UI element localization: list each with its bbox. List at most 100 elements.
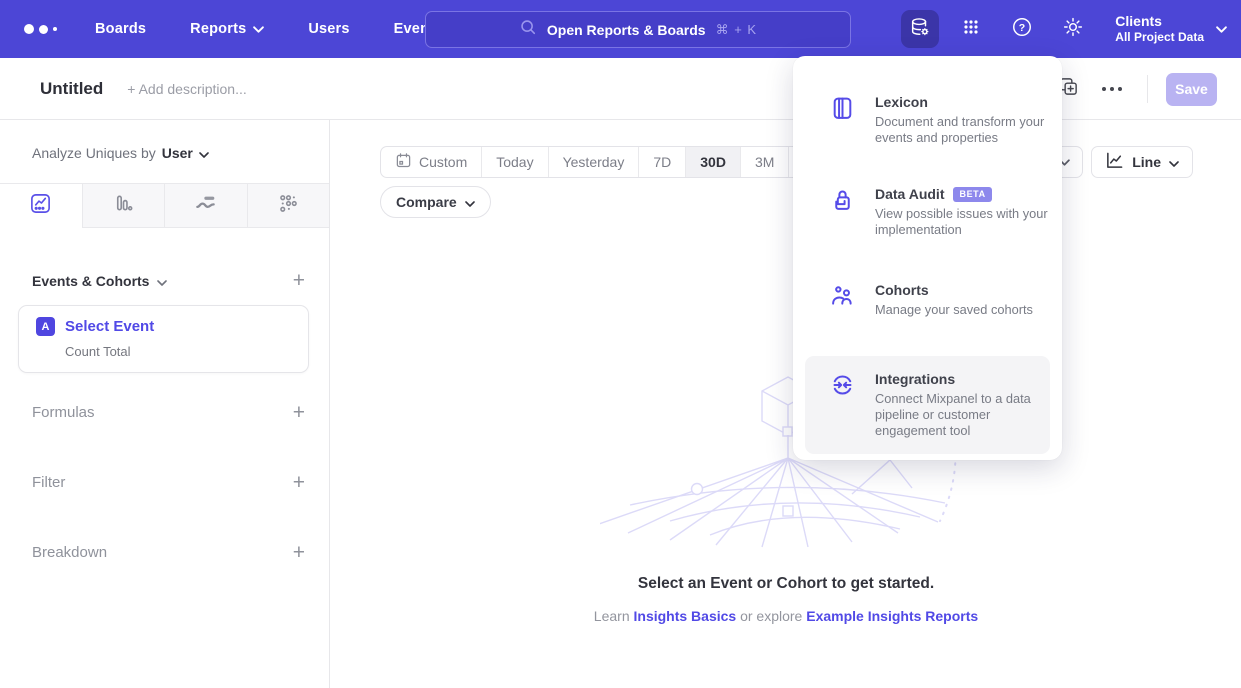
popover-item-integrations[interactable]: Integrations Connect Mixpanel to a data …	[805, 356, 1050, 454]
chevron-down-icon	[199, 145, 209, 161]
beta-badge: BETA	[953, 187, 991, 202]
date-range-label: Yesterday	[563, 154, 625, 170]
date-range-today[interactable]: Today	[481, 147, 547, 177]
event-aggregation[interactable]: Count Total	[65, 344, 308, 359]
popover-item-title: Lexicon	[875, 94, 928, 110]
line-chart-icon	[1105, 151, 1124, 173]
nav-item-label: Users	[308, 21, 349, 37]
date-range-label: 30D	[700, 154, 726, 170]
chevron-down-icon	[1169, 154, 1179, 170]
analyze-by-dropdown[interactable]: User	[162, 145, 209, 161]
popover-item-description: Manage your saved cohorts	[875, 302, 1033, 318]
report-canvas: Custom Today Yesterday 7D 30D 3M 6M Comp…	[331, 120, 1241, 688]
popover-item-title: Cohorts	[875, 282, 929, 298]
nav-item-users[interactable]: Users	[308, 21, 349, 37]
nav-item-label: Reports	[190, 21, 246, 37]
add-filter-button[interactable]: +	[293, 472, 305, 493]
bar-chart-tab-icon	[112, 192, 135, 220]
apps-grid-button[interactable]	[952, 10, 990, 48]
events-cohorts-label: Events & Cohorts	[32, 273, 149, 289]
empty-state-text: Learn	[594, 608, 634, 624]
date-range-label: 3M	[755, 154, 774, 170]
empty-state: Select an Event or Cohort to get started…	[331, 575, 1241, 624]
database-gear-icon	[909, 16, 931, 43]
header-actions: Save	[1051, 58, 1217, 120]
date-range-yesterday[interactable]: Yesterday	[548, 147, 639, 177]
more-options-button[interactable]	[1095, 72, 1129, 106]
chevron-down-icon	[465, 194, 475, 210]
data-management-button[interactable]	[901, 10, 939, 48]
question-circle-icon: ?	[1011, 16, 1033, 43]
breakdown-section: Breakdown +	[0, 537, 329, 567]
date-range-label: Custom	[419, 154, 467, 170]
popover-item-cohorts[interactable]: Cohorts Manage your saved cohorts	[793, 282, 1062, 318]
search-placeholder: Open Reports & Boards	[547, 22, 706, 38]
tab-bar-chart[interactable]	[82, 184, 165, 228]
report-title[interactable]: Untitled	[40, 79, 103, 99]
nav-item-reports[interactable]: Reports	[190, 21, 264, 37]
grid-tab-icon	[277, 192, 300, 220]
add-description-field[interactable]: + Add description...	[127, 81, 246, 97]
date-range-control: Custom Today Yesterday 7D 30D 3M 6M	[380, 146, 838, 178]
project-switcher[interactable]: Clients All Project Data	[1115, 13, 1227, 45]
formulas-label: Formulas	[32, 404, 95, 421]
chevron-down-icon	[253, 26, 264, 33]
filter-label: Filter	[32, 474, 65, 491]
add-formula-button[interactable]: +	[293, 402, 305, 423]
calendar-icon	[395, 152, 412, 172]
popover-item-lexicon[interactable]: Lexicon Document and transform your even…	[793, 94, 1062, 146]
chart-type-tabs	[0, 183, 329, 228]
empty-state-text: or explore	[736, 608, 806, 624]
compare-dropdown[interactable]: Compare	[380, 186, 491, 218]
popover-item-data-audit[interactable]: Data Audit BETA View possible issues wit…	[793, 186, 1062, 238]
dot-grid-icon	[961, 17, 981, 42]
tab-flows-chart[interactable]	[164, 184, 247, 228]
chart-type-dropdown[interactable]: Line	[1091, 146, 1193, 178]
svg-text:?: ?	[1019, 21, 1025, 33]
chart-type-label: Line	[1132, 154, 1161, 170]
main-nav: Boards Reports Users Events	[95, 21, 442, 37]
date-range-label: 7D	[653, 154, 671, 170]
filter-section: Filter +	[0, 467, 329, 497]
add-event-button[interactable]: +	[293, 270, 305, 291]
settings-button[interactable]	[1054, 10, 1092, 48]
tab-metrics-grid[interactable]	[247, 184, 330, 228]
events-cohorts-dropdown[interactable]: Events & Cohorts	[32, 273, 167, 289]
lexicon-book-icon	[830, 94, 856, 146]
breakdown-label: Breakdown	[32, 544, 107, 561]
mixpanel-logo-icon[interactable]	[24, 24, 57, 34]
date-range-custom[interactable]: Custom	[381, 147, 481, 177]
date-range-3m[interactable]: 3M	[740, 147, 788, 177]
data-audit-icon	[830, 186, 856, 238]
popover-item-title: Integrations	[875, 371, 955, 387]
popover-item-title: Data Audit	[875, 186, 944, 202]
help-button[interactable]: ?	[1003, 10, 1041, 48]
search-icon	[519, 18, 537, 41]
select-event-button[interactable]: Select Event	[65, 318, 154, 335]
search-input[interactable]: Open Reports & Boards ⌘ + K	[425, 11, 851, 48]
nav-item-boards[interactable]: Boards	[95, 21, 146, 37]
save-button[interactable]: Save	[1166, 73, 1217, 106]
tab-line-chart[interactable]	[0, 184, 82, 228]
query-builder-sidebar: Analyze Uniques by User	[0, 120, 330, 688]
date-range-30d[interactable]: 30D	[685, 147, 740, 177]
org-name: Clients	[1115, 13, 1204, 30]
cohorts-icon	[830, 282, 856, 318]
compare-label: Compare	[396, 194, 457, 210]
date-range-7d[interactable]: 7D	[638, 147, 685, 177]
event-card[interactable]: A Select Event Count Total	[18, 305, 309, 373]
data-management-popover: Lexicon Document and transform your even…	[793, 56, 1062, 460]
add-breakdown-button[interactable]: +	[293, 542, 305, 563]
gear-icon	[1062, 16, 1084, 43]
top-navbar: Boards Reports Users Events Open Reports…	[0, 0, 1241, 58]
example-insights-reports-link[interactable]: Example Insights Reports	[806, 608, 978, 624]
insights-basics-link[interactable]: Insights Basics	[634, 608, 737, 624]
popover-item-description: View possible issues with your implement…	[875, 206, 1048, 238]
search-shortcut: ⌘ + K	[716, 22, 758, 38]
project-name: All Project Data	[1115, 30, 1204, 45]
integrations-icon	[830, 371, 856, 439]
chevron-down-icon	[157, 273, 167, 289]
analyze-label: Analyze Uniques by	[32, 145, 156, 161]
popover-item-description: Document and transform your events and p…	[875, 114, 1048, 146]
event-letter-badge: A	[36, 317, 55, 336]
